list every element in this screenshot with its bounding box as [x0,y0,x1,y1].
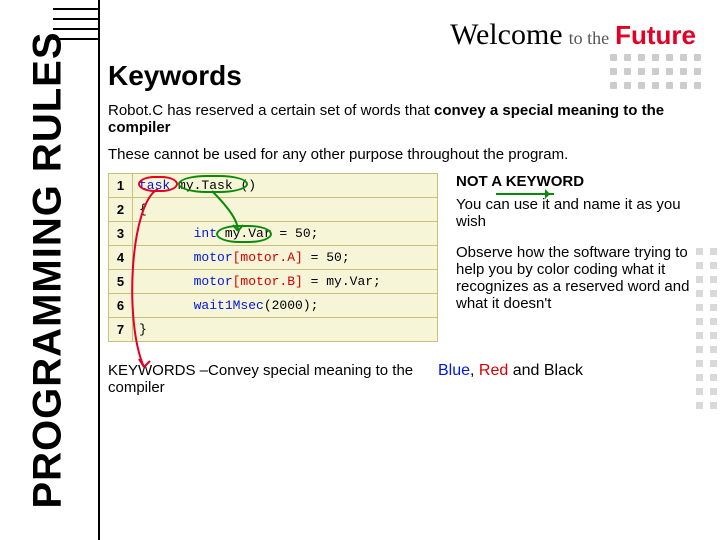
annotation-arrow-myvar [208,187,328,247]
note-use-name: You can use it and name it as you wish [456,196,708,230]
notes-column: NOT A KEYWORD You can use it and name it… [456,173,708,342]
color-blue: Blue [438,362,470,379]
code-block: 1task my.Task ()2{3 int my.Var = 50;4 mo… [108,173,438,342]
slide-title: Keywords [108,60,708,92]
brand-header: Welcome to the Future [450,18,696,52]
content-area: Keywords Robot.C has reserved a certain … [108,60,708,532]
sidebar-bar: PROGRAMMING RULES [0,0,100,540]
brand-welcome: Welcome [450,18,563,52]
note-observe: Observe how the software trying to help … [456,244,708,312]
intro-text-2: These cannot be used for any other purpo… [108,146,708,163]
color-black: Black [544,362,583,379]
intro-plain: Robot.C has reserved a certain set of wo… [108,102,434,119]
annotation-arrow-not-keyword [496,193,554,195]
bottom-right-text: Blue, Red and Black [438,362,708,396]
sidebar-title: PROGRAMMING RULES [26,32,71,509]
brand-to: to the [569,28,610,49]
annotation-arrow-keywords [120,183,180,383]
color-red: Red [479,362,508,379]
brand-future: Future [615,20,696,51]
intro-text-1: Robot.C has reserved a certain set of wo… [108,102,708,136]
note-not-keyword: NOT A KEYWORD [456,173,708,190]
